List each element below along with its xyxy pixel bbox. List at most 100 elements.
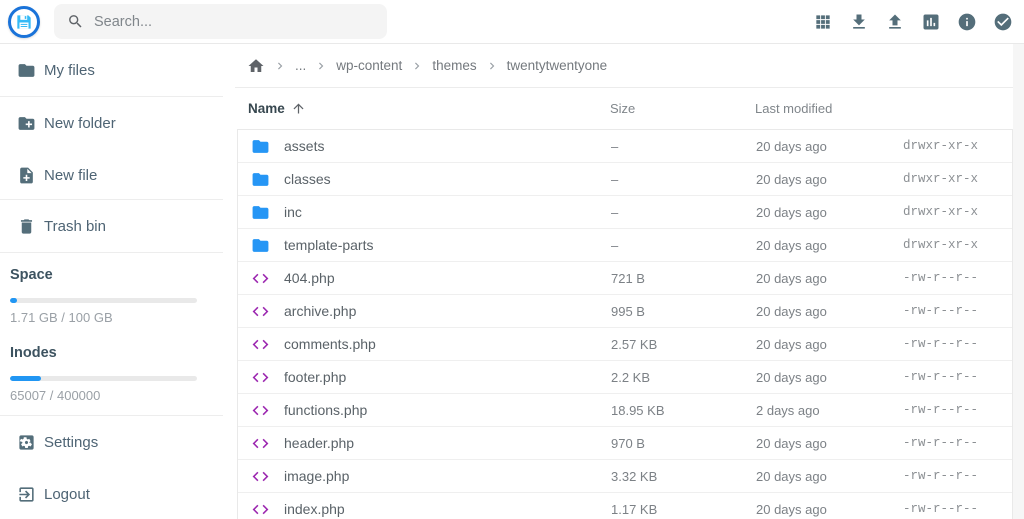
table-row[interactable]: archive.php995 B20 days ago-rw-r--r-- (238, 295, 1012, 328)
file-name[interactable]: assets (284, 138, 611, 154)
grid-icon (813, 12, 833, 32)
code-icon (251, 500, 270, 519)
code-icon (251, 467, 270, 486)
usage-meter-space: Space1.71 GB / 100 GB (10, 267, 197, 325)
code-icon (251, 434, 270, 453)
sidebar-section: My files (0, 44, 235, 97)
folder-icon (251, 203, 270, 222)
table-row[interactable]: template-parts–20 days agodrwxr-xr-x (238, 229, 1012, 262)
scroll-gutter[interactable] (1013, 44, 1024, 519)
breadcrumb-home[interactable] (247, 57, 265, 75)
file-modified: 20 days ago (756, 139, 903, 154)
app-logo[interactable] (8, 6, 40, 38)
file-name[interactable]: 404.php (284, 270, 611, 286)
code-icon (251, 302, 270, 321)
top-bar (0, 0, 1024, 44)
info-icon (957, 12, 977, 32)
progress-bar (10, 376, 197, 381)
sidebar-item-logout[interactable]: Logout (0, 469, 235, 519)
code-icon (251, 269, 270, 288)
file-plus-icon (17, 166, 36, 185)
row-icon-cell (238, 368, 284, 387)
toolbar-actions (813, 12, 1024, 32)
table-row[interactable]: functions.php18.95 KB2 days ago-rw-r--r-… (238, 394, 1012, 427)
sidebar-item-label: Trash bin (44, 218, 106, 235)
row-icon-cell (238, 236, 284, 255)
row-icon-cell (238, 335, 284, 354)
file-table: assets–20 days agodrwxr-xr-xclasses–20 d… (237, 129, 1013, 519)
table-row[interactable]: index.php1.17 KB20 days ago-rw-r--r-- (238, 493, 1012, 519)
column-header-name[interactable]: Name (248, 101, 610, 116)
download-icon (849, 12, 869, 32)
file-name[interactable]: index.php (284, 501, 611, 517)
sidebar-item-settings[interactable]: Settings (0, 416, 235, 469)
file-modified: 20 days ago (756, 436, 903, 451)
table-row[interactable]: inc–20 days agodrwxr-xr-x (238, 196, 1012, 229)
sidebar-item-my-files[interactable]: My files (0, 44, 235, 97)
file-size: – (611, 172, 756, 187)
file-permissions: -rw-r--r-- (903, 271, 1014, 285)
table-header: Name Size Last modified (235, 88, 1024, 129)
file-name[interactable]: footer.php (284, 369, 611, 385)
row-icon-cell (238, 137, 284, 156)
file-permissions: drwxr-xr-x (903, 172, 1014, 186)
settings-icon (17, 433, 36, 452)
row-icon-cell (238, 269, 284, 288)
file-permissions: -rw-r--r-- (903, 403, 1014, 417)
breadcrumb-segment-wp-content[interactable]: wp-content (336, 58, 402, 73)
file-size: – (611, 205, 756, 220)
file-name[interactable]: inc (284, 204, 611, 220)
chevron-right-icon (410, 59, 424, 73)
check-circle-icon (993, 12, 1013, 32)
table-row[interactable]: header.php970 B20 days ago-rw-r--r-- (238, 427, 1012, 460)
arrow-up-icon (291, 101, 306, 116)
search-input[interactable] (94, 14, 387, 30)
file-name[interactable]: comments.php (284, 336, 611, 352)
table-row[interactable]: comments.php2.57 KB20 days ago-rw-r--r-- (238, 328, 1012, 361)
column-header-modified[interactable]: Last modified (755, 101, 1024, 116)
sidebar-item-new-file[interactable]: New file (0, 150, 235, 200)
file-name[interactable]: header.php (284, 435, 611, 451)
file-name[interactable]: image.php (284, 468, 611, 484)
download-button[interactable] (849, 12, 869, 32)
file-permissions: drwxr-xr-x (903, 238, 1014, 252)
file-name[interactable]: archive.php (284, 303, 611, 319)
file-name[interactable]: classes (284, 171, 611, 187)
folder-icon (251, 137, 270, 156)
file-name[interactable]: functions.php (284, 402, 611, 418)
file-size: 18.95 KB (611, 403, 756, 418)
file-permissions: -rw-r--r-- (903, 436, 1014, 450)
breadcrumb-segment-themes[interactable]: themes (432, 58, 476, 73)
chevron-right-icon (273, 59, 287, 73)
folder-icon (17, 61, 36, 80)
upload-button[interactable] (885, 12, 905, 32)
progress-fill (10, 376, 41, 381)
table-row[interactable]: image.php3.32 KB20 days ago-rw-r--r-- (238, 460, 1012, 493)
search-box (54, 4, 387, 39)
grid-button[interactable] (813, 12, 833, 32)
code-icon (251, 368, 270, 387)
file-modified: 20 days ago (756, 469, 903, 484)
table-row[interactable]: classes–20 days agodrwxr-xr-x (238, 163, 1012, 196)
sidebar-item-new-folder[interactable]: New folder (0, 97, 235, 150)
sidebar-item-trash-bin[interactable]: Trash bin (0, 200, 235, 253)
file-size: 2.57 KB (611, 337, 756, 352)
table-row[interactable]: assets–20 days agodrwxr-xr-x (238, 130, 1012, 163)
row-icon-cell (238, 170, 284, 189)
breadcrumb-segment--[interactable]: ... (295, 58, 306, 73)
check-circle-button[interactable] (993, 12, 1013, 32)
table-row[interactable]: footer.php2.2 KB20 days ago-rw-r--r-- (238, 361, 1012, 394)
main-content: ... wp-content themes twentytwentyone Name … (235, 44, 1024, 519)
file-permissions: -rw-r--r-- (903, 337, 1014, 351)
breadcrumb-segment-twentytwentyone[interactable]: twentytwentyone (507, 58, 608, 73)
stats-button[interactable] (921, 12, 941, 32)
column-name-label: Name (248, 101, 285, 116)
column-header-size[interactable]: Size (610, 101, 755, 116)
row-icon-cell (238, 500, 284, 519)
row-icon-cell (238, 401, 284, 420)
info-button[interactable] (957, 12, 977, 32)
file-modified: 20 days ago (756, 370, 903, 385)
file-name[interactable]: template-parts (284, 237, 611, 253)
table-row[interactable]: 404.php721 B20 days ago-rw-r--r-- (238, 262, 1012, 295)
sidebar-footer: SettingsLogout (0, 416, 235, 519)
